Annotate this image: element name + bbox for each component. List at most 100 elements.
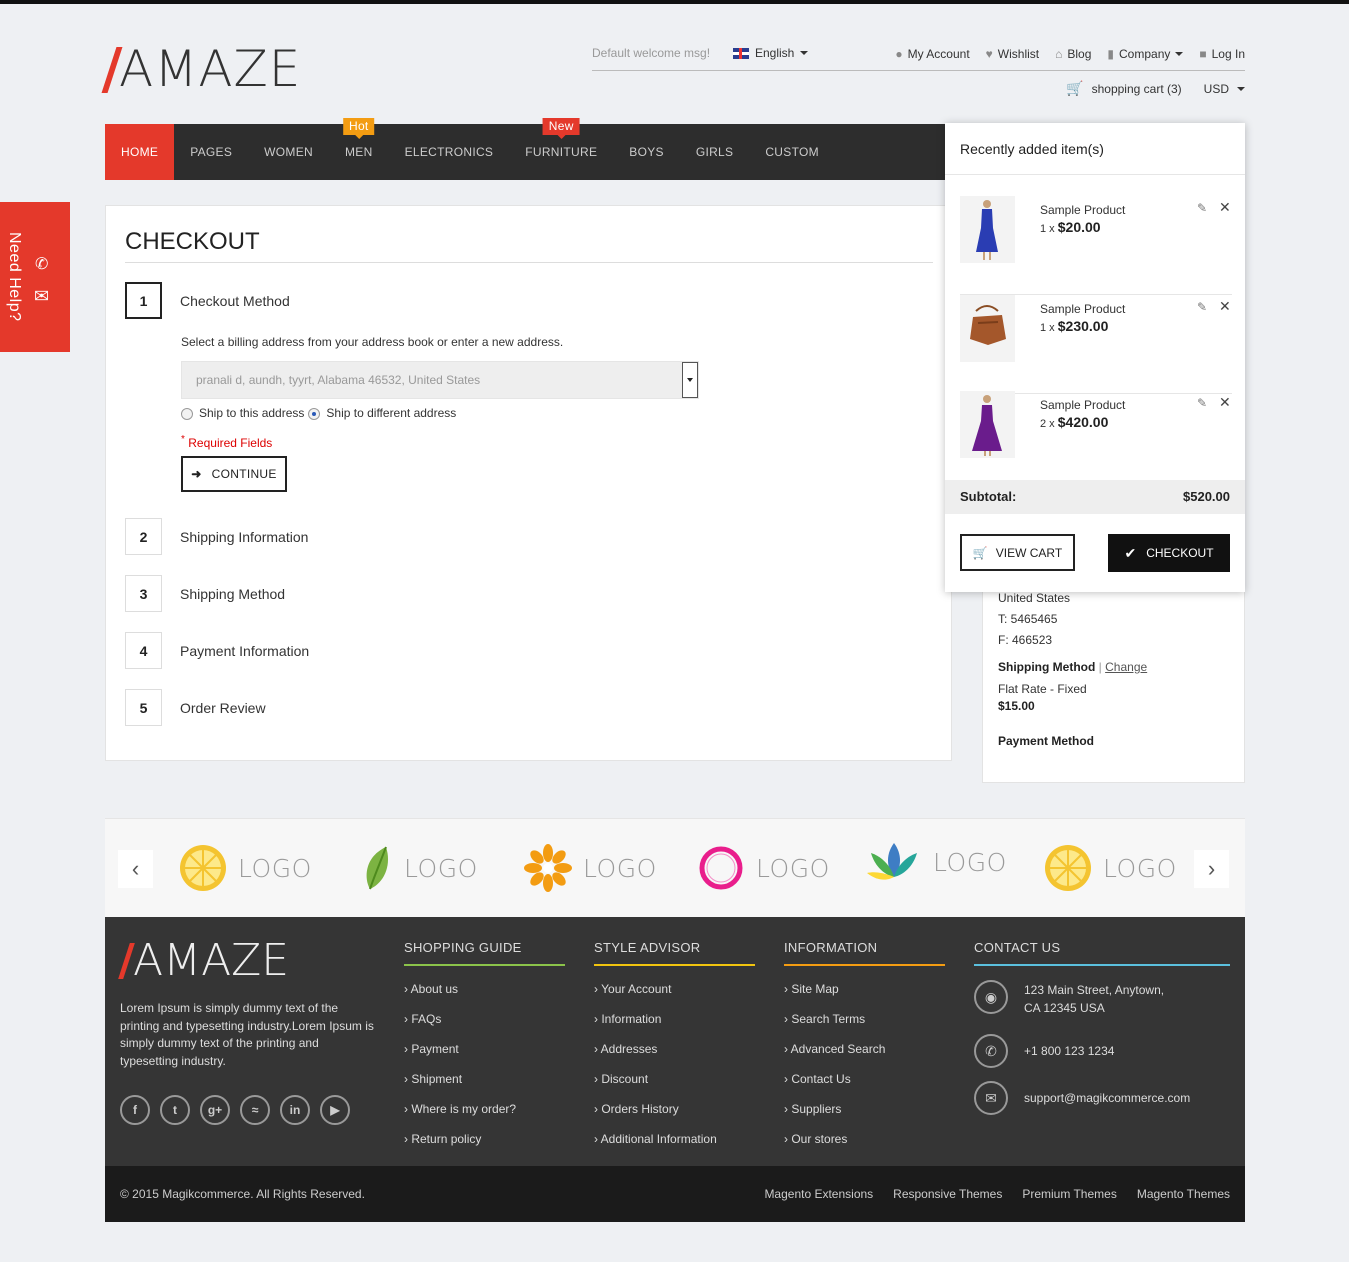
chevron-down-icon xyxy=(1237,86,1245,91)
pencil-icon[interactable]: ✎ xyxy=(1197,396,1207,410)
chevron-right-icon[interactable]: › xyxy=(1194,850,1229,888)
footer-description: Lorem Ipsum is simply dummy text of the … xyxy=(120,1001,374,1068)
pencil-icon[interactable]: ✎ xyxy=(1197,201,1207,215)
product-thumbnail[interactable] xyxy=(960,196,1015,263)
footer-link[interactable]: › Contact Us xyxy=(784,1072,945,1102)
nav-girls[interactable]: GIRLS xyxy=(680,124,750,180)
need-help-label: Need Help? xyxy=(6,232,23,322)
login-link[interactable]: ■ Log In xyxy=(1199,47,1245,61)
hot-badge: Hot xyxy=(342,118,375,139)
close-icon[interactable]: ✕ xyxy=(1219,298,1231,315)
product-name[interactable]: Sample Product xyxy=(1040,302,1125,316)
nav-electronics[interactable]: ELECTRONICS xyxy=(389,124,510,180)
footer-link[interactable]: › Search Terms xyxy=(784,1012,945,1042)
footer-link[interactable]: › Your Account xyxy=(594,982,755,1012)
site-logo[interactable]: AMAZE xyxy=(105,44,301,94)
step-payment-information[interactable]: 4 Payment Information xyxy=(125,632,309,669)
nav-custom[interactable]: CUSTOM xyxy=(749,124,835,180)
pencil-icon[interactable]: ✎ xyxy=(1197,300,1207,314)
chevron-left-icon[interactable]: ‹ xyxy=(118,850,153,888)
twitter-icon[interactable]: t xyxy=(160,1095,190,1125)
footer-link[interactable]: › Payment xyxy=(404,1042,565,1072)
google-plus-icon[interactable]: g+ xyxy=(200,1095,230,1125)
nav-furniture[interactable]: FURNITURE New xyxy=(509,118,613,180)
shipping-choice: Ship to this address Ship to different a… xyxy=(181,406,456,420)
ship-same-option[interactable]: Ship to this address xyxy=(181,406,304,420)
step-shipping-method[interactable]: 3 Shipping Method xyxy=(125,575,285,612)
chevron-down-icon xyxy=(800,51,809,55)
footer-link[interactable]: › About us xyxy=(404,982,565,1012)
ship-diff-option[interactable]: Ship to different address xyxy=(308,406,456,420)
footer-link[interactable]: › Shipment xyxy=(404,1072,565,1102)
wishlist-link[interactable]: ♥ Wishlist xyxy=(986,47,1039,61)
footer-bottom-link[interactable]: Magento Themes xyxy=(1137,1187,1230,1201)
step-order-review[interactable]: 5 Order Review xyxy=(125,689,266,726)
nav-home[interactable]: HOME xyxy=(105,124,175,180)
brand-logo[interactable]: LOGO xyxy=(360,843,478,893)
brand-logo[interactable]: LOGO xyxy=(178,843,312,893)
product-thumbnail[interactable] xyxy=(960,295,1015,362)
footer-bottom-link[interactable]: Premium Themes xyxy=(1022,1187,1116,1201)
brand-logo[interactable]: LOGO xyxy=(1043,843,1177,893)
footer-link[interactable]: › Information xyxy=(594,1012,755,1042)
cart-item: Sample Product 1 x $20.00 ✎ ✕ xyxy=(960,196,1232,295)
nav-pages[interactable]: PAGES xyxy=(174,124,248,180)
change-link[interactable]: Change xyxy=(1105,660,1147,674)
shopping-cart-link[interactable]: 🛒 shopping cart (3) xyxy=(1066,80,1181,97)
footer-bottom-link[interactable]: Magento Extensions xyxy=(764,1187,873,1201)
checkout-panel: CHECKOUT 1 Checkout Method Select a bill… xyxy=(105,205,952,761)
select-arrow-icon xyxy=(682,362,698,398)
radio-ship-different[interactable] xyxy=(308,407,321,420)
checkout-button[interactable]: ✔ CHECKOUT xyxy=(1108,534,1230,572)
product-qty-price: 2 x $420.00 xyxy=(1040,414,1109,430)
facebook-icon[interactable]: f xyxy=(120,1095,150,1125)
footer-link[interactable]: › FAQs xyxy=(404,1012,565,1042)
company-menu[interactable]: ▮ Company xyxy=(1107,47,1184,61)
footer-link[interactable]: › Our stores xyxy=(784,1132,945,1162)
footer-logo[interactable]: AMAZE xyxy=(120,939,289,983)
continue-button[interactable]: ➜ CONTINUE xyxy=(181,456,287,492)
close-icon[interactable]: ✕ xyxy=(1219,199,1231,216)
view-cart-button[interactable]: 🛒 VIEW CART xyxy=(960,534,1075,571)
footer-link[interactable]: › Suppliers xyxy=(784,1102,945,1132)
my-account-link[interactable]: ● My Account xyxy=(895,47,969,61)
need-help-tab[interactable]: Need Help? ✆ ✉ xyxy=(0,202,70,352)
file-icon: ▮ xyxy=(1107,47,1115,61)
footer-link[interactable]: › Orders History xyxy=(594,1102,755,1132)
footer-link[interactable]: › Discount xyxy=(594,1072,755,1102)
currency-selector[interactable]: USD xyxy=(1204,80,1245,97)
step-shipping-information[interactable]: 2 Shipping Information xyxy=(125,518,308,555)
footer-link[interactable]: › Where is my order? xyxy=(404,1102,565,1132)
footer-link[interactable]: › Return policy xyxy=(404,1132,565,1162)
cart-currency-bar: 🛒 shopping cart (3) USD xyxy=(1066,80,1245,97)
linkedin-icon[interactable]: in xyxy=(280,1095,310,1125)
product-name[interactable]: Sample Product xyxy=(1040,398,1125,412)
billing-address-select[interactable]: pranali d, aundh, tyyrt, Alabama 46532, … xyxy=(181,361,699,399)
brand-logo[interactable]: LOGO xyxy=(523,843,657,893)
brand-logo[interactable]: LOGO xyxy=(865,837,1007,887)
footer-link[interactable]: › Addresses xyxy=(594,1042,755,1072)
uk-flag-icon xyxy=(733,47,749,59)
footer-link[interactable]: › Additional Information xyxy=(594,1132,755,1162)
step-number: 3 xyxy=(125,575,162,612)
product-thumbnail[interactable] xyxy=(960,391,1015,458)
rss-icon[interactable]: ≈ xyxy=(240,1095,270,1125)
footer-heading: INFORMATION xyxy=(784,940,878,955)
brand-logo[interactable]: LOGO xyxy=(696,843,830,893)
blog-link[interactable]: ⌂ Blog xyxy=(1055,47,1091,61)
footer-bottom-link[interactable]: Responsive Themes xyxy=(893,1187,1002,1201)
cart-icon: 🛒 xyxy=(1066,80,1084,96)
lotus-icon xyxy=(867,843,917,880)
nav-women[interactable]: WOMEN xyxy=(248,124,329,180)
step-checkout-method[interactable]: 1 Checkout Method xyxy=(125,282,290,319)
leaf-icon xyxy=(366,846,389,890)
nav-boys[interactable]: BOYS xyxy=(613,124,680,180)
footer-link[interactable]: › Advanced Search xyxy=(784,1042,945,1072)
product-name[interactable]: Sample Product xyxy=(1040,203,1125,217)
language-selector[interactable]: English xyxy=(733,46,809,60)
footer-link[interactable]: › Site Map xyxy=(784,982,945,1012)
radio-ship-same[interactable] xyxy=(181,407,193,420)
youtube-icon[interactable]: ▶ xyxy=(320,1095,350,1125)
nav-men[interactable]: MEN Hot xyxy=(329,118,389,180)
close-icon[interactable]: ✕ xyxy=(1219,394,1231,411)
